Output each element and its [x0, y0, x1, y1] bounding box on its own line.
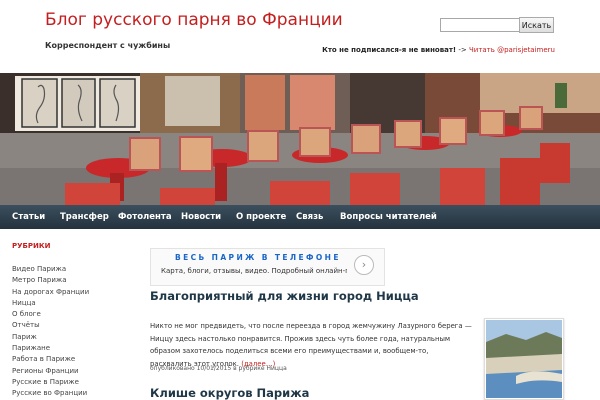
promo-arrow: ->	[456, 46, 469, 54]
subscribe-promo: Кто не подписался-я не виноват! -> Читат…	[322, 46, 555, 54]
site-description: Корреспондент с чужбины	[45, 41, 171, 50]
header-banner-image	[0, 73, 600, 205]
category-link[interactable]: Ницца	[12, 298, 89, 309]
category-link[interactable]: О блоге	[12, 309, 89, 320]
search-button[interactable]: Искать	[519, 17, 554, 33]
category-link[interactable]: Парижане	[12, 343, 89, 354]
search-input[interactable]	[440, 18, 520, 32]
nav-item-news[interactable]: Новости	[181, 205, 221, 229]
main-navigation: Статьи Трансфер Фотолента Новости О прое…	[0, 205, 600, 229]
category-link[interactable]: Видео Парижа	[12, 264, 89, 275]
promo-text: Кто не подписался-я не виноват!	[322, 46, 457, 54]
nav-item-articles[interactable]: Статьи	[12, 205, 45, 229]
post-excerpt: Никто не мог предвидеть, что после перее…	[150, 320, 472, 370]
nav-item-reader-questions[interactable]: Вопросы читателей	[340, 205, 437, 229]
category-list: Видео Парижа Метро Парижа На дорогах Фра…	[12, 264, 89, 400]
category-link[interactable]: Метро Парижа	[12, 275, 89, 286]
nav-item-contact[interactable]: Связь	[296, 205, 323, 229]
category-link[interactable]: Русские в Париже	[12, 377, 89, 388]
nav-item-about[interactable]: О проекте	[236, 205, 286, 229]
category-link[interactable]: Русские во Франции	[12, 388, 89, 399]
post-category-link[interactable]: Ницца	[267, 365, 287, 372]
nav-item-photofeed[interactable]: Фотолента	[118, 205, 172, 229]
category-link[interactable]: Париж	[12, 332, 89, 343]
category-link[interactable]: На дорогах Франции	[12, 287, 89, 298]
nav-item-transfer[interactable]: Трансфер	[60, 205, 109, 229]
post-title[interactable]: Благоприятный для жизни город Ницца	[150, 289, 419, 303]
category-link[interactable]: Работа в Париже	[12, 354, 89, 365]
category-link[interactable]: Отчёты	[12, 320, 89, 331]
post-title[interactable]: Клише округов Парижа	[150, 386, 309, 400]
promo-link[interactable]: Читать @parisjetaimeru	[469, 46, 555, 54]
post-date: опубликовано 10/01/2015 в рубрике	[150, 365, 267, 372]
ad-text: Карта, блоги, отзывы, видео. Подробный о…	[161, 267, 347, 275]
chevron-right-icon[interactable]: ›	[354, 255, 374, 275]
ad-banner[interactable]: ВЕСЬ ПАРИЖ В ТЕЛЕФОНЕ Карта, блоги, отзы…	[150, 248, 385, 286]
sidebar-heading: РУБРИКИ	[12, 242, 51, 250]
category-link[interactable]: Регионы Франции	[12, 366, 89, 377]
post-thumbnail[interactable]	[484, 318, 564, 400]
post-excerpt-text: Никто не мог предвидеть, что после перее…	[150, 322, 472, 368]
ad-title: ВЕСЬ ПАРИЖ В ТЕЛЕФОНЕ	[175, 253, 341, 262]
post-meta: опубликовано 10/01/2015 в рубрике Ницца	[150, 365, 287, 372]
site-title[interactable]: Блог русского парня во Франции	[45, 10, 343, 30]
